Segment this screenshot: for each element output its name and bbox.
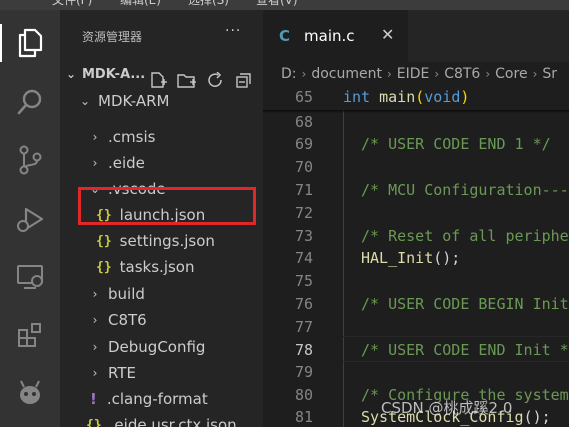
tree-folder-eide[interactable]: › .eide [60,150,263,176]
chevron-right-icon: › [92,366,98,380]
source-control-icon[interactable] [0,137,60,183]
tree-folder-mdk-arm[interactable]: ⌄ MDK-ARM [60,88,263,114]
chevron-down-icon: ⌄ [65,67,77,81]
json-file-icon: {} [86,417,102,427]
menu-bar: 文件(F) 编辑(E) 选择(S) 查看(V) [0,0,569,10]
chevron-right-icon: › [92,313,98,327]
line-number-current: 78 [294,341,313,359]
tab-label: main.c [304,27,355,45]
line-number: 68 [294,113,313,131]
tree-file-settings-json[interactable]: {} settings.json [60,228,263,254]
chevron-right-icon: › [532,67,538,81]
code-line: /* MCU Configuration--- [361,181,569,199]
tree-item-label: RTE [108,364,136,382]
remote-explorer-icon[interactable] [0,254,60,300]
collapse-all-icon[interactable] [234,72,254,88]
tree-item-label: .eide.usr.ctx.json [109,416,237,427]
code-line: /* USER CODE END 1 */ [361,135,551,153]
code-line: int main(void) [343,88,470,106]
more-actions-icon[interactable]: ··· [225,23,241,39]
tree-file-tasks-json[interactable]: {} tasks.json [60,254,263,280]
line-number: 76 [294,295,313,313]
new-file-icon[interactable] [148,72,168,88]
code-editor[interactable]: 65 int main(void) 68 69 /* USER CODE END… [263,86,569,427]
chevron-right-icon: › [92,130,98,144]
highlight-box [78,187,256,225]
tree-file-eide-usr-ctx-json[interactable]: {} .eide.usr.ctx.json [60,412,263,427]
line-number: 65 [294,88,313,106]
tree-file-clang-format[interactable]: ! .clang-format [60,386,263,412]
menu-view[interactable]: 查看(V) [256,0,298,8]
line-number: 77 [294,318,313,336]
refresh-icon[interactable] [206,72,226,88]
menu-file[interactable]: 文件(F) [52,0,92,8]
tab-main-c[interactable]: C main.c ✕ [263,10,408,62]
close-icon[interactable]: ✕ [381,25,394,44]
code-line: HAL_Init(); [361,249,461,267]
line-number: 71 [294,181,313,199]
tree-item-label: build [108,285,145,303]
c-file-icon: C [279,27,291,45]
code-line: /* USER CODE END Init * [361,341,569,359]
chevron-right-icon: › [485,67,491,81]
tree-folder-cmsis[interactable]: › .cmsis [60,124,263,150]
tree-folder-c8t6[interactable]: › C8T6 [60,307,263,333]
tree-item-label: tasks.json [119,258,195,276]
explorer-icon[interactable] [0,20,60,66]
json-file-icon: {} [96,233,112,249]
chevron-right-icon: › [386,67,392,81]
tree-item-label: DebugConfig [108,338,206,356]
line-number: 75 [294,272,313,290]
chevron-right-icon: › [92,156,98,170]
tree-item-label: C8T6 [108,311,147,329]
config-file-icon: ! [90,390,97,408]
explorer-title: 资源管理器 [82,30,143,44]
tree-item-label: .cmsis [108,128,156,146]
menu-edit[interactable]: 编辑(E) [120,0,161,8]
chevron-right-icon: › [92,340,98,354]
eide-icon[interactable] [0,370,60,416]
tree-item-label: settings.json [119,232,215,250]
activity-bar [0,10,60,427]
workspace-name: MDK-A... [82,66,146,82]
chevron-right-icon: › [434,67,440,81]
line-number: 79 [294,363,313,381]
line-number: 72 [294,204,313,222]
tab-bar: C main.c ✕ [263,10,569,62]
breadcrumb-item[interactable]: document [311,66,382,82]
line-number: 69 [294,135,313,153]
line-number: 73 [294,227,313,245]
menu-selection[interactable]: 选择(S) [188,0,229,8]
line-number: 74 [294,249,313,267]
search-icon[interactable] [0,79,60,125]
tree-item-label: .clang-format [106,390,208,408]
tree-folder-rte[interactable]: › RTE [60,360,263,386]
breadcrumb: D: › document › EIDE › C8T6 › Core › Sr [263,62,569,86]
indent-guide [343,110,344,427]
breadcrumb-item[interactable]: Sr [542,66,557,82]
code-line: /* USER CODE BEGIN Init [361,295,569,313]
breadcrumb-item[interactable]: D: [281,66,297,82]
chevron-right-icon: › [301,67,307,81]
line-number: 70 [294,158,313,176]
tree-folder-build[interactable]: › build [60,281,263,307]
json-file-icon: {} [96,259,112,275]
extensions-icon[interactable] [0,312,60,358]
code-line: /* Reset of all periphe [361,227,569,245]
chevron-down-icon: ⌄ [79,94,91,108]
chevron-right-icon: › [92,287,98,301]
new-folder-icon[interactable] [177,72,197,88]
breadcrumb-item[interactable]: Core [495,66,527,82]
tree-item-label: .eide [108,154,145,172]
breadcrumb-item[interactable]: C8T6 [444,66,480,82]
line-number: 80 [294,386,313,404]
line-number: 81 [294,408,313,426]
run-debug-icon[interactable] [0,196,60,242]
tree-item-label: MDK-ARM [98,92,170,110]
breadcrumb-item[interactable]: EIDE [397,66,430,82]
tree-folder-debugconfig[interactable]: › DebugConfig [60,334,263,360]
watermark: CSDN @桃成蹊2.0 [381,399,513,417]
